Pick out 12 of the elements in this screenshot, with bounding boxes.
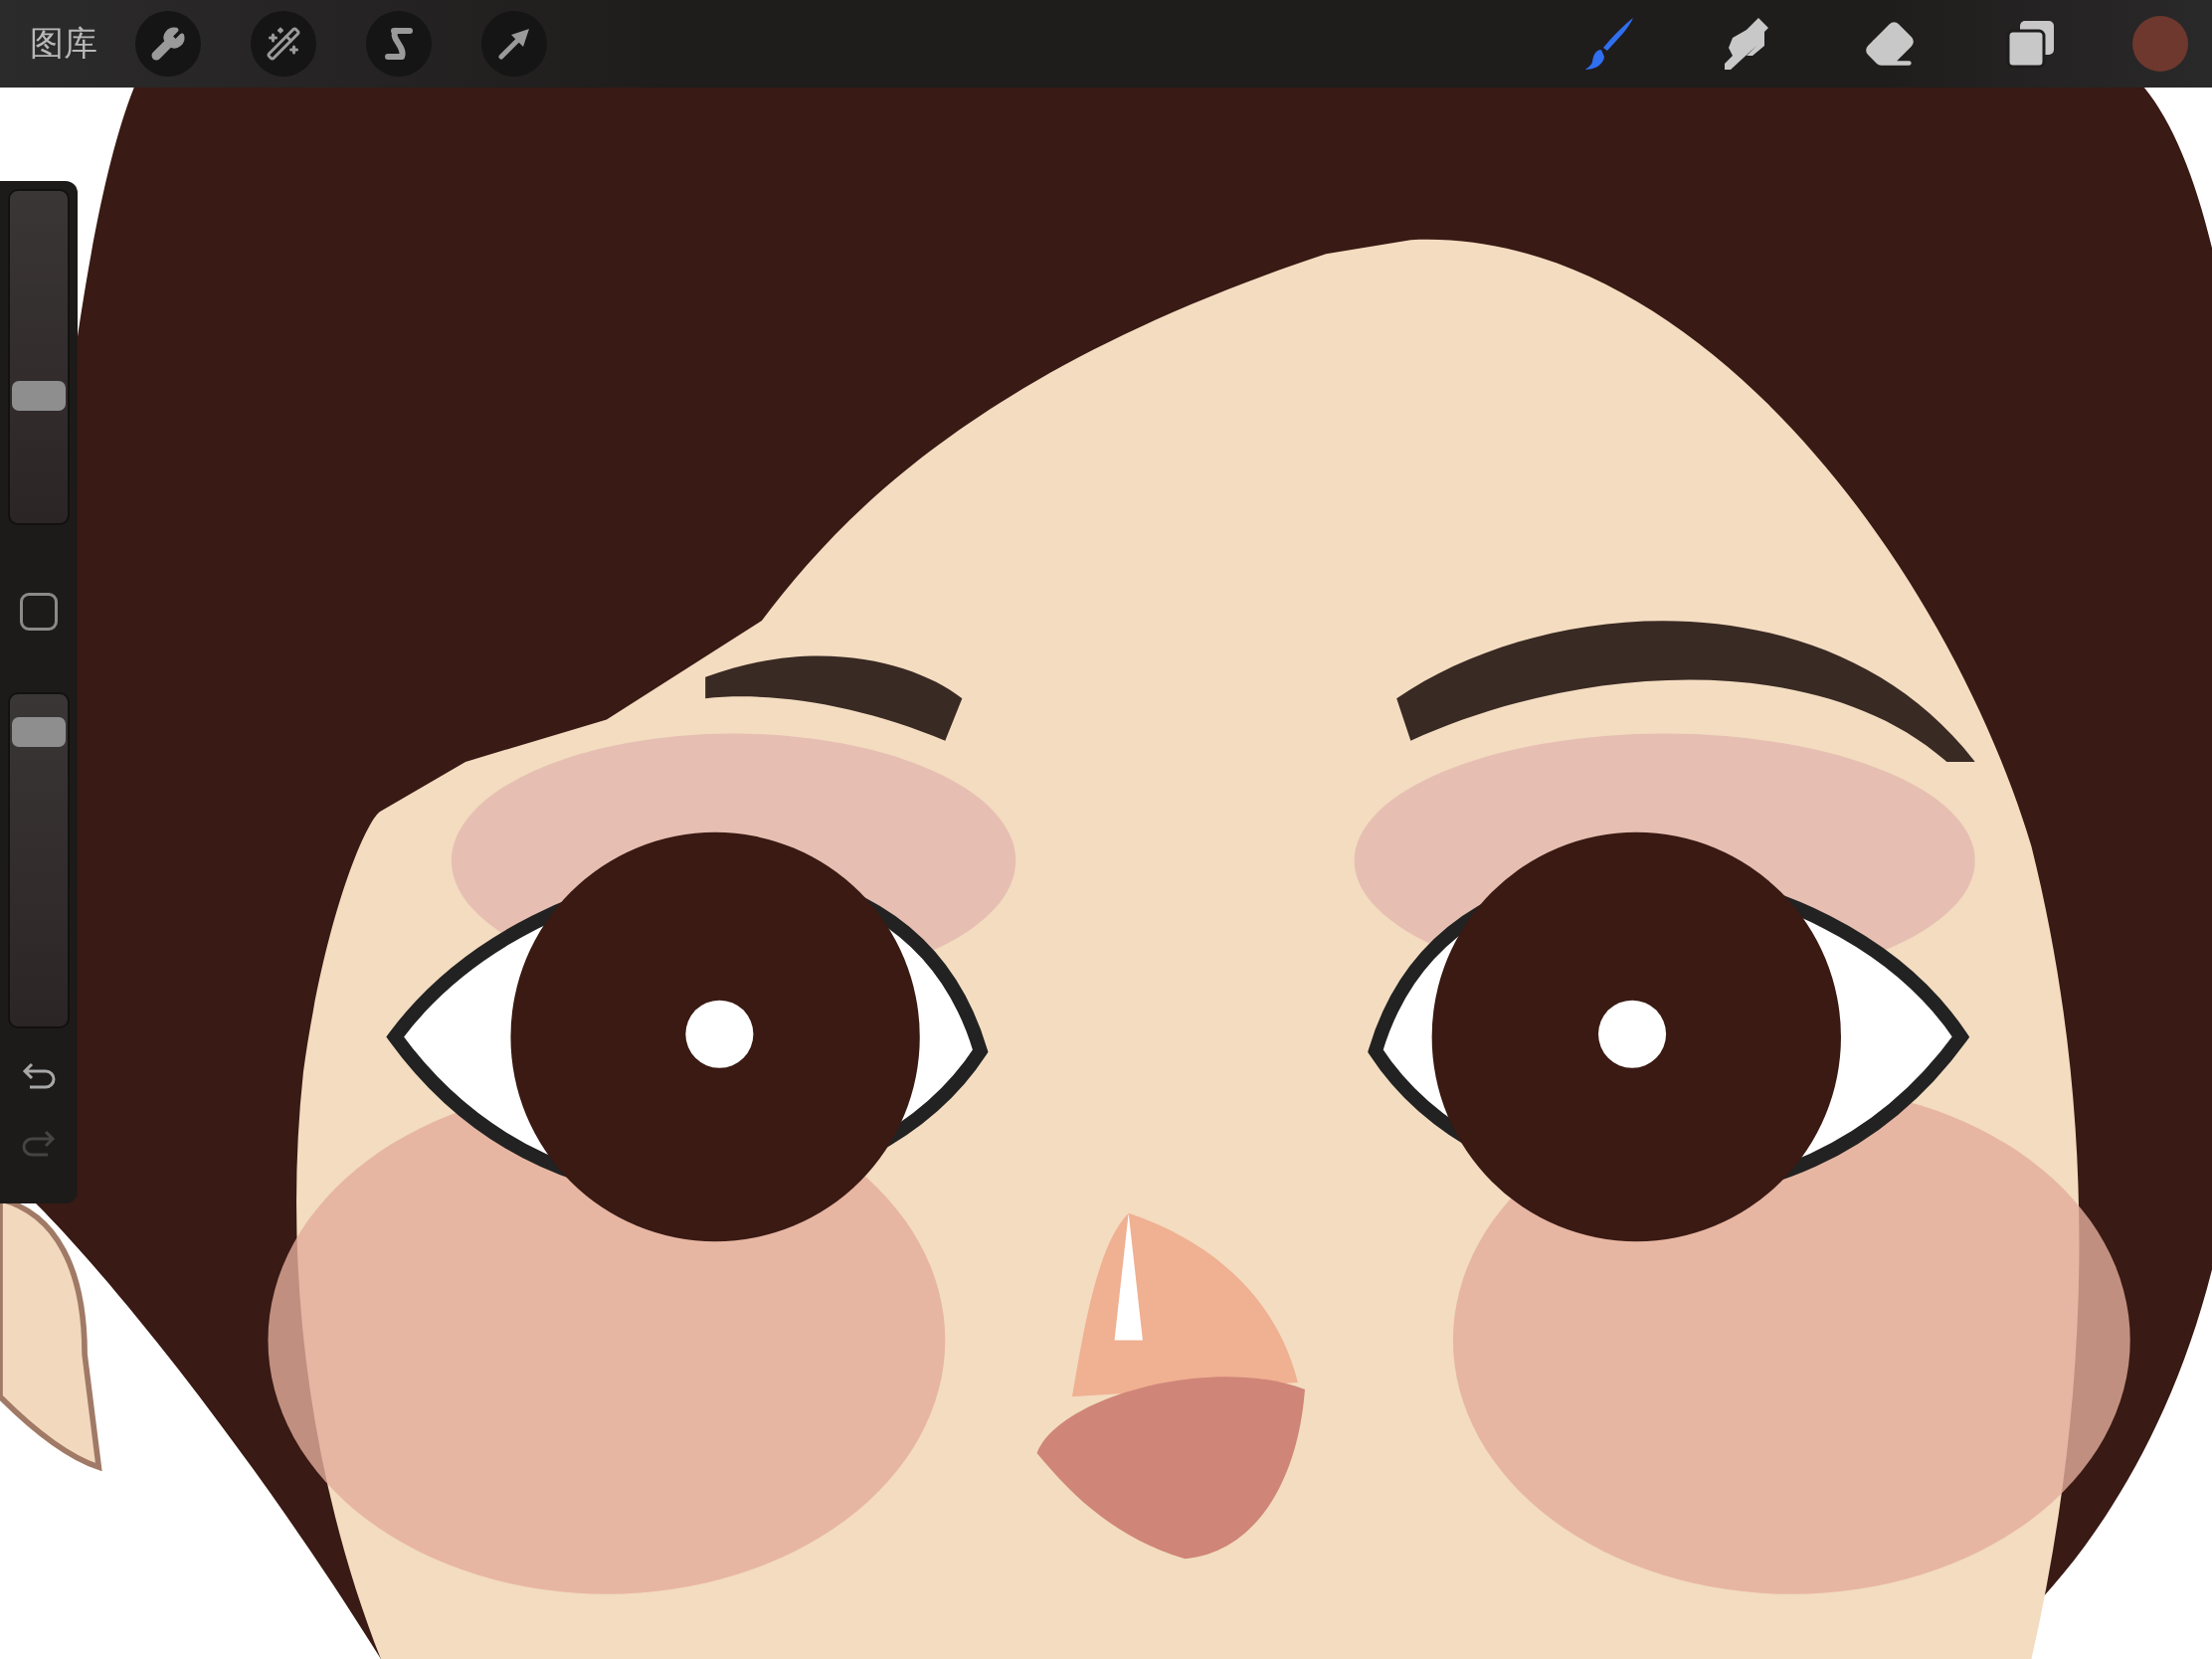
brush-size-slider[interactable] (8, 189, 70, 525)
gallery-button[interactable]: 图库 (30, 21, 97, 67)
color-swatch[interactable] (2132, 16, 2188, 72)
modify-button[interactable] (20, 593, 58, 631)
arrow-icon (497, 27, 531, 61)
opacity-slider[interactable] (8, 692, 70, 1028)
slider-thumb[interactable] (12, 717, 66, 747)
wrench-icon (150, 26, 186, 62)
s-curve-icon (382, 27, 416, 61)
layers-icon (2006, 19, 2056, 69)
magic-wand-icon (266, 26, 301, 62)
slider-thumb[interactable] (12, 381, 66, 411)
